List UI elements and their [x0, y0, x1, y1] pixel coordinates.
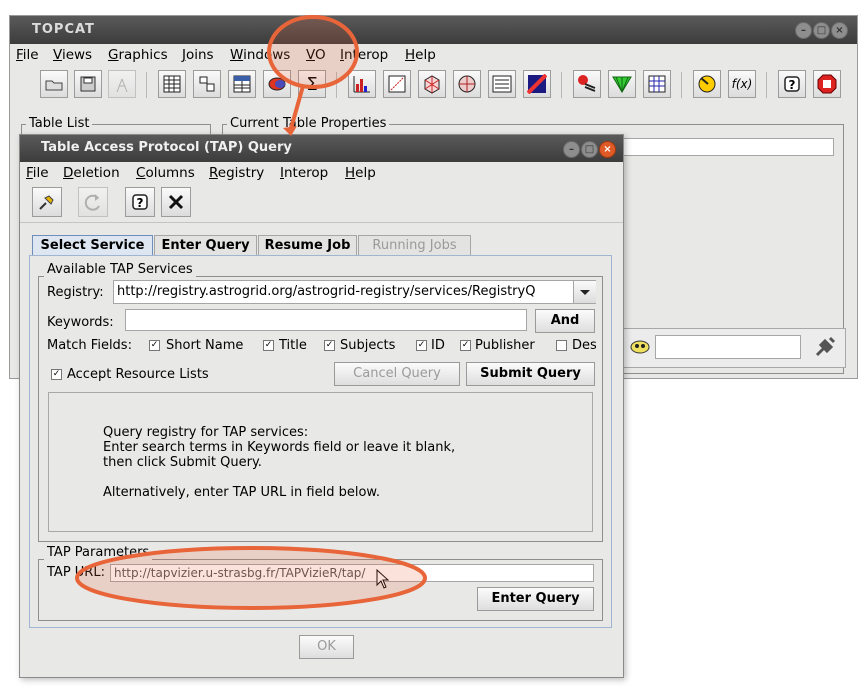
annotation-overlay: [75, 15, 427, 610]
vo-menu-highlight-circle: [267, 15, 359, 89]
annotation-arrow-head: [283, 126, 297, 136]
annotation-arrow-line: [288, 85, 305, 133]
tap-url-highlight-ellipse: [75, 546, 427, 610]
